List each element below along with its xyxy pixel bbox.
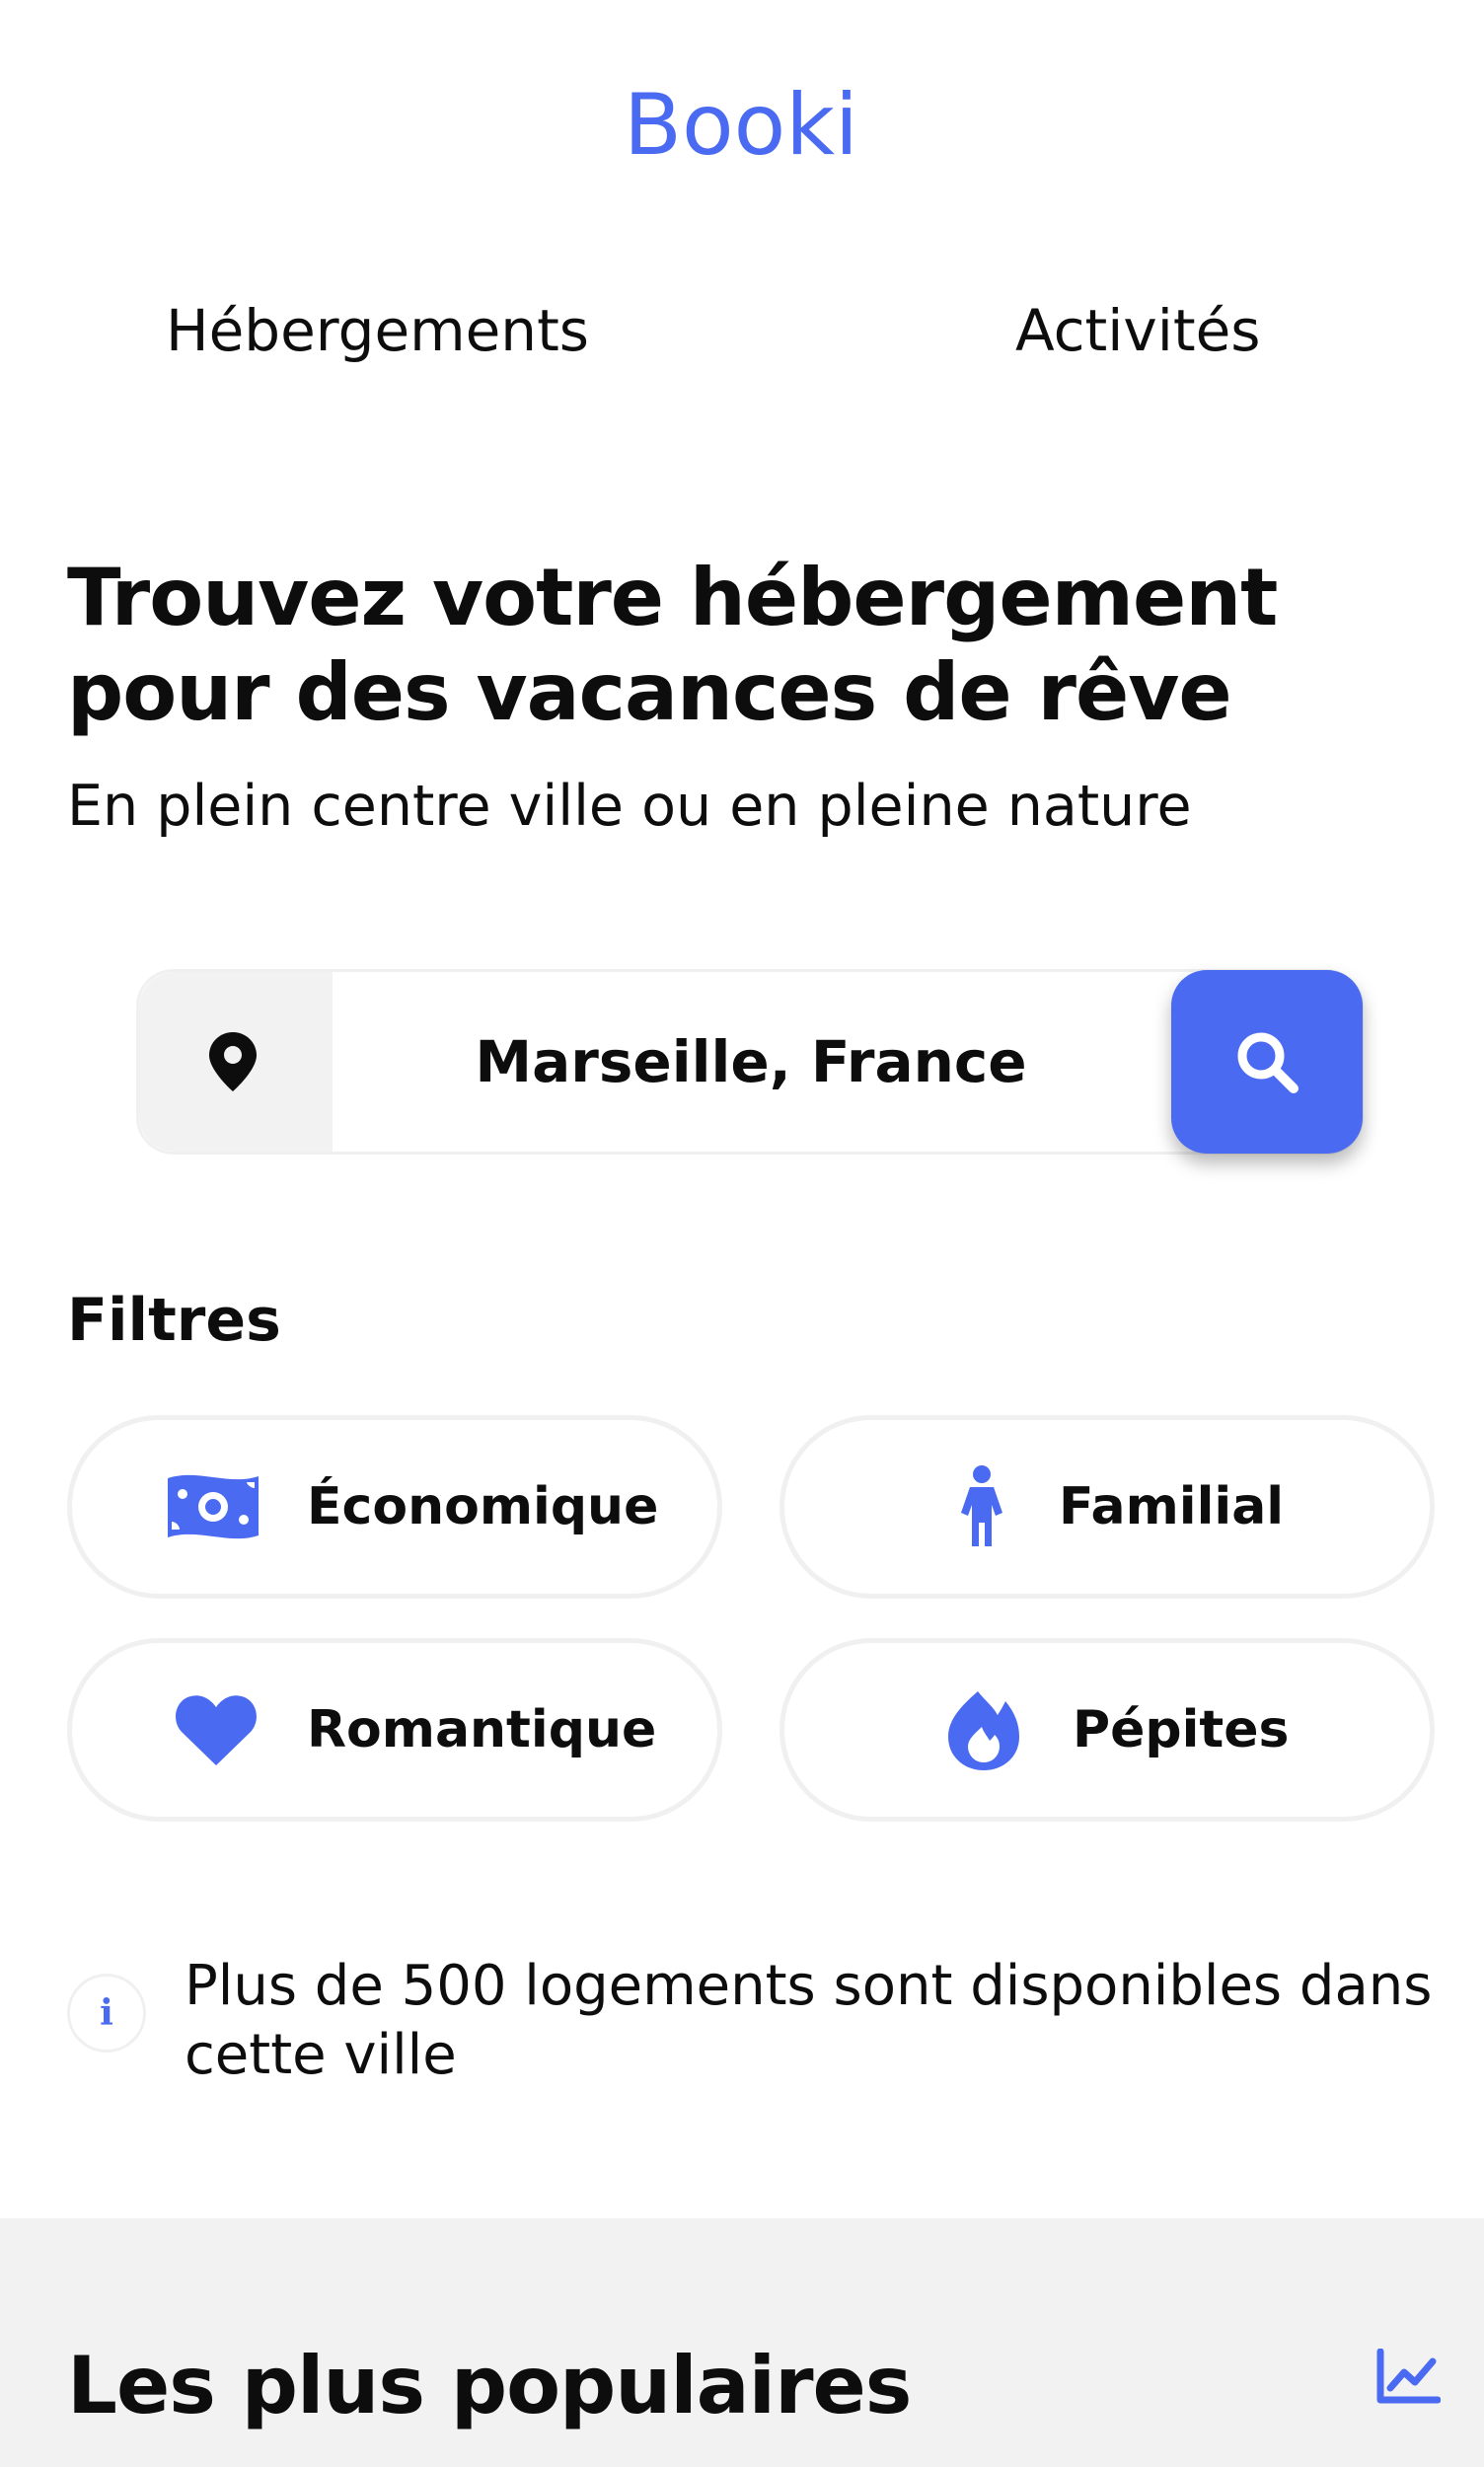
filters-title: Filtres [67, 1286, 281, 1355]
search-input[interactable] [336, 972, 1165, 1152]
nav-hebergements[interactable]: Hébergements [166, 296, 589, 365]
popular-section: Les plus populaires [0, 2218, 1484, 2467]
filter-economique[interactable]: Économique [67, 1415, 722, 1599]
filter-label: Romantique [307, 1700, 657, 1759]
filter-romantique[interactable]: Romantique [67, 1638, 722, 1822]
heart-icon [176, 1695, 257, 1765]
money-bill-icon [168, 1474, 259, 1539]
filter-label: Pépites [1073, 1700, 1290, 1759]
logo-text: Booki [624, 81, 858, 166]
logo[interactable]: Booki [0, 81, 1484, 189]
booki-logo: Booki [624, 81, 858, 166]
filter-label: Économique [307, 1477, 659, 1536]
chart-line-icon[interactable] [1375, 2349, 1441, 2406]
hero-subtitle: En plein centre ville ou en pleine natur… [67, 774, 1192, 839]
header: Booki Hébergements Activités [0, 0, 1484, 395]
fire-icon [948, 1691, 1019, 1770]
location-pin-icon [209, 1032, 257, 1091]
hero-title: Trouvez votre hébergement pour des vacan… [67, 552, 1278, 738]
filter-label: Familial [1059, 1477, 1285, 1536]
nav-activites[interactable]: Activités [1015, 296, 1260, 365]
filter-familial[interactable]: Familial [779, 1415, 1435, 1599]
child-icon [961, 1465, 1002, 1546]
search-icon [1237, 1032, 1298, 1093]
info-icon: i [67, 1974, 146, 2053]
popular-title: Les plus populaires [67, 2340, 912, 2431]
search-location-box [139, 972, 333, 1152]
info-text: Plus de 500 logements sont disponibles d… [185, 1954, 1433, 2087]
filter-pepites[interactable]: Pépites [779, 1638, 1435, 1822]
search-button[interactable] [1171, 970, 1363, 1154]
